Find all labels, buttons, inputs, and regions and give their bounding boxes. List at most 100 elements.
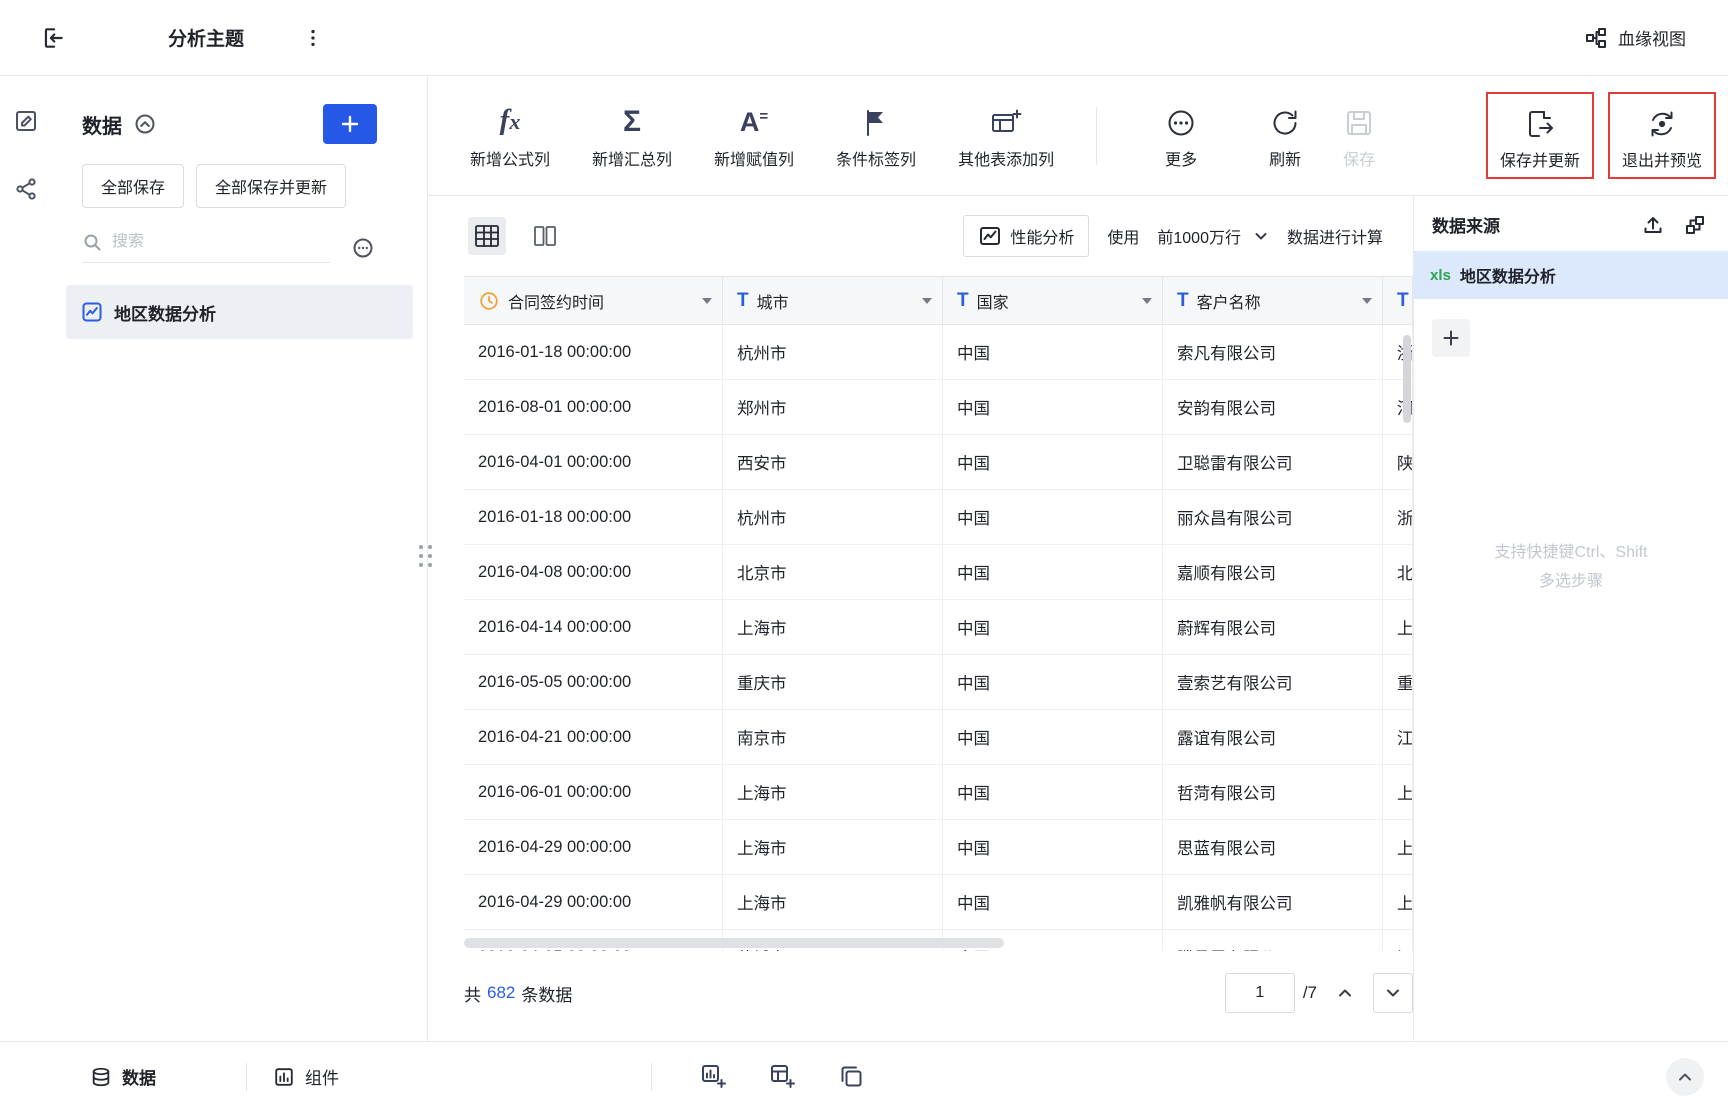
- text-type-icon: T: [1397, 290, 1409, 311]
- save-update-button[interactable]: 保存并更新: [1500, 102, 1580, 171]
- table-cell: 腾昌雷有限公司: [1163, 930, 1383, 951]
- sigma-icon: Σ: [623, 105, 642, 138]
- relation-icon[interactable]: [13, 176, 39, 202]
- add-dataset-button[interactable]: [323, 104, 377, 144]
- collapse-bottom-panel-icon[interactable]: [1666, 1057, 1704, 1096]
- edit-panel-icon[interactable]: [13, 108, 39, 134]
- more-circle-icon: [1165, 101, 1197, 139]
- save-update-icon: [1524, 102, 1556, 140]
- column-menu-caret-icon: [702, 297, 712, 304]
- top-bar: 分析主题 血缘视图: [0, 0, 1728, 76]
- table-cell: 2016-06-01 00:00:00: [464, 765, 723, 819]
- exit-preview-highlight-box: 退出并预览: [1607, 92, 1716, 179]
- component-chart-icon: [273, 1066, 295, 1088]
- dataset-chart-icon: [80, 300, 104, 324]
- left-panel: 数据 全部保存 全部保存并更新 地区数据分析: [52, 76, 428, 1041]
- lineage-label: 血缘视图: [1618, 30, 1686, 49]
- vertical-scrollbar[interactable]: [1403, 335, 1411, 423]
- search-more-options-icon[interactable]: [352, 237, 374, 259]
- dataset-item[interactable]: 地区数据分析: [66, 285, 413, 339]
- table-row: 2016-05-05 00:00:00 重庆市 中国 壹索艺有限公司重: [464, 655, 1413, 710]
- column-view-toggle[interactable]: [526, 217, 564, 255]
- text-type-icon: T: [737, 290, 749, 311]
- table-cell: 北: [1383, 545, 1413, 599]
- table-cell: 上海市: [723, 765, 943, 819]
- upload-icon[interactable]: [1642, 214, 1664, 236]
- exit-icon[interactable]: [40, 25, 66, 51]
- row-limit-dropdown[interactable]: 前1000万行: [1157, 224, 1269, 248]
- exit-preview-icon: [1646, 102, 1678, 140]
- text-type-icon: T: [1177, 290, 1189, 311]
- performance-analysis-button[interactable]: 性能分析: [963, 215, 1090, 257]
- previous-page-button[interactable]: [1325, 973, 1365, 1013]
- table-cell: 2016-04-14 00:00:00: [464, 600, 723, 654]
- more-button[interactable]: 更多: [1165, 101, 1197, 170]
- table-row: 2016-01-18 00:00:00 杭州市 中国 丽众昌有限公司浙: [464, 490, 1413, 545]
- table-row: 2016-04-21 00:00:00 南京市 中国 露谊有限公司江: [464, 710, 1413, 765]
- add-formula-column-button[interactable]: fx 新增公式列: [470, 101, 550, 170]
- source-item[interactable]: xls 地区数据分析: [1414, 251, 1728, 299]
- grid-view-toggle[interactable]: [468, 217, 506, 255]
- lineage-view-button[interactable]: 血缘视图: [1584, 25, 1686, 50]
- table-body: 2016-01-18 00:00:00杭州市中国索凡有限公司浙2016-08-0…: [464, 325, 1413, 951]
- assign-icon: A=: [739, 107, 769, 137]
- bottom-bar-divider: [651, 1062, 652, 1091]
- table-cell: 卫聪雷有限公司: [1163, 435, 1383, 489]
- table-cell: 中国: [943, 765, 1163, 819]
- next-page-button[interactable]: [1373, 973, 1413, 1013]
- save-all-update-button[interactable]: 全部保存并更新: [196, 164, 347, 208]
- other-table-column-button[interactable]: 其他表添加列: [958, 101, 1054, 170]
- table-cell: 2016-04-29 00:00:00: [464, 875, 723, 929]
- date-type-icon: [478, 290, 500, 312]
- collapse-panel-icon[interactable]: [134, 113, 156, 135]
- title-more-menu-icon[interactable]: [302, 27, 324, 49]
- data-panel-title: 数据: [82, 115, 122, 138]
- horizontal-scrollbar[interactable]: [464, 938, 1004, 948]
- table-cell: 上: [1383, 820, 1413, 874]
- page-input[interactable]: [1224, 973, 1295, 1013]
- copy-component-icon[interactable]: [838, 1063, 865, 1090]
- left-rail: [0, 76, 52, 1041]
- tab-component[interactable]: 组件: [247, 1042, 365, 1111]
- refresh-button[interactable]: 刷新: [1269, 101, 1301, 170]
- structure-icon[interactable]: [1684, 214, 1706, 236]
- column-header-country[interactable]: T 国家: [943, 277, 1163, 324]
- column-header-partial[interactable]: T: [1383, 277, 1413, 324]
- column-menu-caret-icon: [1142, 297, 1152, 304]
- search-icon: [82, 232, 102, 252]
- xls-icon: xls: [1430, 266, 1451, 284]
- add-summary-column-button[interactable]: Σ 新增汇总列: [592, 101, 672, 170]
- table-row: 2016-08-01 00:00:00郑州市中国安韵有限公司河: [464, 380, 1413, 435]
- table-cell: 上海市: [723, 600, 943, 654]
- panel-drag-handle[interactable]: [419, 545, 432, 567]
- table-row: 2016-01-18 00:00:00杭州市中国索凡有限公司浙: [464, 325, 1413, 380]
- insert-chart-icon[interactable]: [700, 1063, 727, 1090]
- toolbar-divider: [1096, 106, 1098, 165]
- add-assign-column-button[interactable]: A= 新增赋值列: [714, 101, 794, 170]
- table-cell: 杭州市: [723, 490, 943, 544]
- use-label: 使用: [1107, 230, 1140, 247]
- search-input[interactable]: [112, 233, 302, 251]
- save-all-button[interactable]: 全部保存: [82, 164, 185, 208]
- table-cell: 露谊有限公司: [1163, 710, 1383, 764]
- source-item-label: 地区数据分析: [1459, 269, 1556, 286]
- flag-icon: [860, 101, 892, 139]
- table-row: 2016-04-08 00:00:00 北京市 中国 嘉顺有限公司北: [464, 545, 1413, 600]
- tab-data[interactable]: 数据: [64, 1042, 182, 1111]
- column-header-contract-date[interactable]: 合同签约时间: [464, 277, 723, 324]
- database-icon: [90, 1066, 112, 1088]
- condition-tag-column-button[interactable]: 条件标签列: [836, 101, 916, 170]
- data-source-title: 数据来源: [1432, 217, 1500, 236]
- table-cell: 中国: [943, 380, 1163, 434]
- main-toolbar: fx 新增公式列 Σ 新增汇总列 A= 新增赋值列 条件标签列 其他表添加列 更…: [428, 76, 1728, 196]
- table-cell: 上海市: [723, 875, 943, 929]
- column-header-customer[interactable]: T 客户名称: [1163, 277, 1383, 324]
- add-step-button[interactable]: [1432, 319, 1470, 357]
- exit-preview-button[interactable]: 退出并预览: [1622, 102, 1702, 171]
- insert-table-icon[interactable]: [769, 1063, 796, 1090]
- table-cell: 中国: [943, 710, 1163, 764]
- compute-label: 数据进行计算: [1286, 230, 1383, 247]
- column-menu-caret-icon: [1362, 297, 1372, 304]
- column-header-city[interactable]: T 城市: [723, 277, 943, 324]
- data-table: 合同签约时间 T 城市 T 国家 T 客户名称 T 2016-01-18 00:…: [464, 276, 1413, 951]
